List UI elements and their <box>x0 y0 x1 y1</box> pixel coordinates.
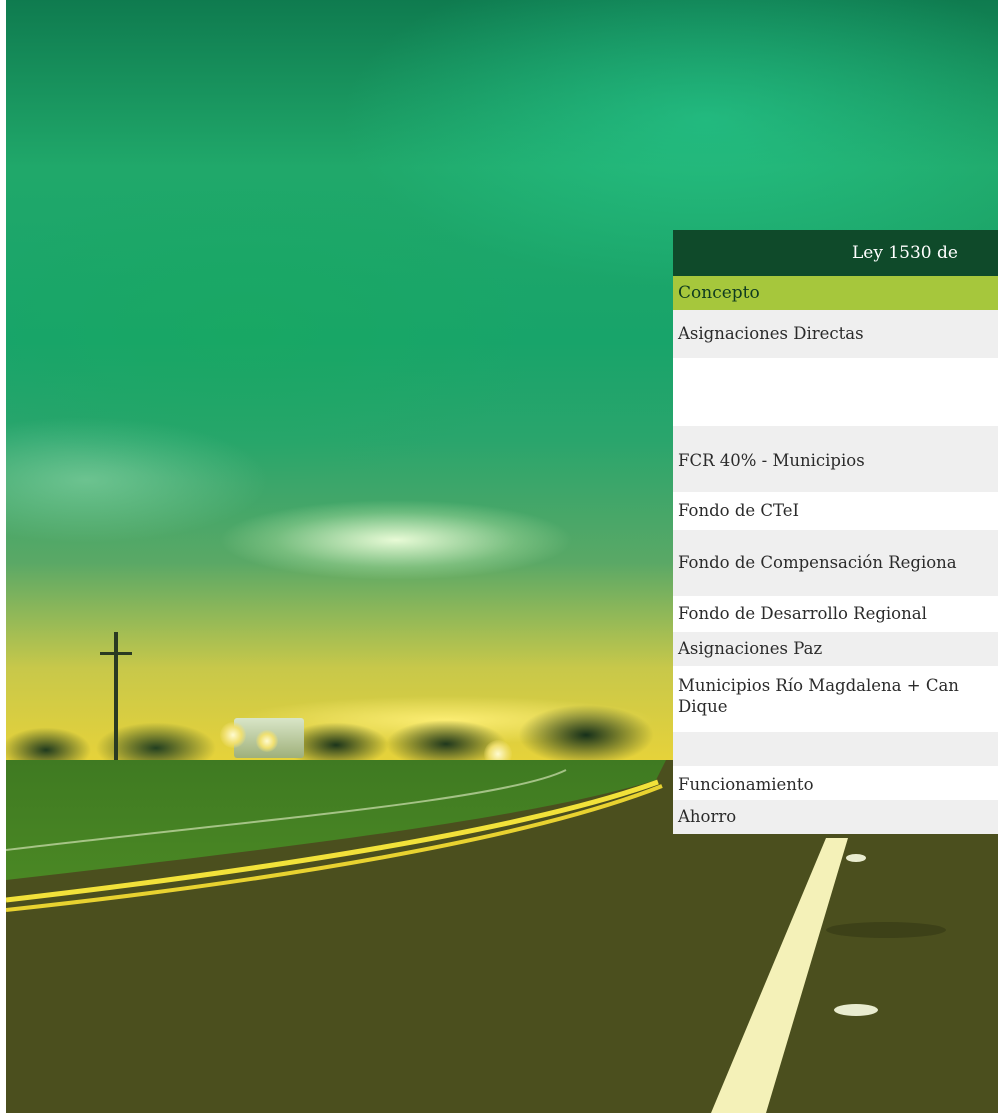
table-row <box>673 358 998 426</box>
data-table: Ley 1530 de Concepto Asignaciones Direct… <box>673 230 998 834</box>
row-label: Fondo de Desarrollo Regional <box>678 604 927 623</box>
table-row: Ahorro <box>673 800 998 834</box>
table-row: Asignaciones Directas <box>673 310 998 358</box>
row-label: Fondo de Compensación Regiona <box>678 553 957 572</box>
table-row: FCR 40% - Municipios <box>673 426 998 492</box>
table-row: Fondo de Desarrollo Regional <box>673 596 998 632</box>
table-row: Fondo de Compensación Regiona <box>673 530 998 596</box>
row-label: Funcionamiento <box>678 775 814 794</box>
row-label-continued: Dique <box>678 697 728 716</box>
utility-pole-crossbar <box>100 652 132 655</box>
row-label: Asignaciones Paz <box>678 639 823 658</box>
table-row: Asignaciones Paz <box>673 632 998 666</box>
row-label: FCR 40% - Municipios <box>678 451 865 470</box>
column-header-concepto: Concepto <box>673 276 998 310</box>
street-light <box>256 730 278 752</box>
table-title: Ley 1530 de <box>673 230 998 276</box>
table-row: Funcionamiento <box>673 766 998 800</box>
table-row: Fondo de CTeI <box>673 492 998 530</box>
street-light <box>220 722 246 748</box>
row-label: Fondo de CTeI <box>678 501 800 520</box>
row-label: Municipios Río Magdalena + Can <box>678 676 959 695</box>
table-row: Municipios Río Magdalena + Can Dique <box>673 666 998 732</box>
row-label: Ahorro <box>678 807 737 826</box>
row-label: Asignaciones Directas <box>678 324 864 343</box>
table-row <box>673 732 998 766</box>
